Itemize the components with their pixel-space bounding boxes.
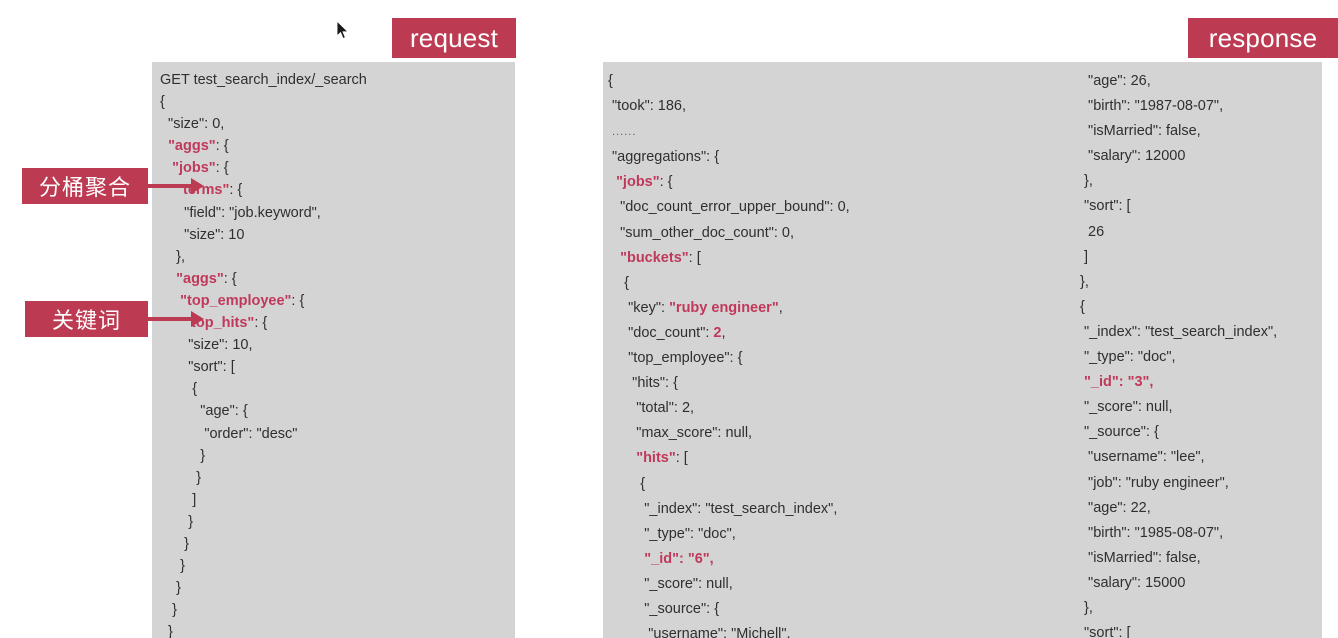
code-line: "username": "lee", [1080, 449, 1205, 466]
code-line: "key": "ruby engineer", [608, 299, 783, 316]
code-line: "_score": null, [608, 575, 733, 592]
code-line: "birth": "1985-08-07", [1080, 524, 1224, 541]
code-line: { [608, 73, 613, 89]
code-line: ...... [608, 126, 637, 139]
code-line: "salary": 15000 [1080, 574, 1186, 591]
code-line: "birth": "1987-08-07", [1080, 98, 1224, 115]
code-line: "aggregations": { [608, 149, 720, 166]
response-panel: { "took": 186, ...... "aggregations": { … [603, 62, 1322, 638]
request-badge: request [392, 18, 516, 58]
code-line: "_type": "doc", [1080, 349, 1176, 366]
arrow-to-terms-icon [148, 178, 204, 194]
code-line: { [160, 381, 198, 398]
response-badge: response [1188, 18, 1338, 58]
code-line: "age": 22, [1080, 499, 1151, 516]
code-line: }, [1080, 599, 1093, 616]
code-line: } [160, 469, 202, 486]
code-line: } [160, 602, 177, 619]
code-line: }, [1080, 173, 1093, 190]
code-line: "_id": "3", [1084, 374, 1154, 391]
code-line: "_source": { [1080, 424, 1159, 441]
code-line: { [1080, 298, 1085, 315]
code-line: "buckets": [ [620, 249, 701, 266]
code-line: } [160, 447, 206, 464]
code-line: "_index": "test_search_index", [1080, 323, 1278, 340]
code-line: } [160, 558, 185, 575]
callout-keyword: 关键词 [25, 301, 148, 337]
code-line: "age": { [160, 403, 248, 420]
code-line: "aggs": { [168, 138, 229, 155]
response-code-block-right: "age": 26, "birth": "1987-08-07", "isMar… [1080, 69, 1277, 638]
code-line: "_score": null, [1080, 399, 1173, 416]
code-line: "aggs": { [176, 270, 237, 287]
code-line: { [608, 274, 629, 291]
code-line: } [160, 624, 173, 638]
code-line: "max_score": null, [608, 425, 753, 442]
code-line: { [608, 475, 646, 492]
code-line: { [160, 94, 165, 111]
code-line: 26 [1080, 223, 1105, 240]
code-line: "hits": { [608, 375, 678, 392]
code-line: "_source": { [608, 600, 720, 617]
code-line: } [160, 513, 194, 530]
response-code-block-left: { "took": 186, ...... "aggregations": { … [608, 69, 850, 638]
callout-bucket-aggregation: 分桶聚合 [22, 168, 148, 204]
code-line: "isMarried": false, [1080, 123, 1201, 140]
code-line: "_index": "test_search_index", [608, 500, 838, 517]
code-line: "username": "Michell", [608, 626, 791, 638]
code-line: "jobs": { [616, 174, 673, 191]
code-line: "job": "ruby engineer", [1080, 474, 1229, 491]
code-line: "sort": [ [1080, 625, 1131, 638]
code-line: "age": 26, [1080, 73, 1151, 89]
code-line: "size": 10 [160, 226, 245, 243]
code-line: "doc_count": 2, [608, 324, 726, 341]
code-line: } [160, 535, 190, 552]
code-line: "hits": [ [636, 450, 688, 467]
code-line: "isMarried": false, [1080, 549, 1201, 566]
code-line: "total": 2, [608, 400, 695, 417]
code-line: ] [160, 491, 197, 508]
code-line: "order": "desc" [160, 425, 298, 442]
code-line: "_type": "doc", [608, 525, 736, 542]
code-line: "doc_count_error_upper_bound": 0, [608, 199, 850, 216]
code-line: "salary": 12000 [1080, 148, 1186, 165]
arrow-to-top-hits-icon [148, 311, 204, 327]
code-line: } [160, 580, 181, 597]
request-panel: GET test_search_index/_search { "size": 0… [152, 62, 515, 638]
code-line: "_id": "6", [644, 550, 714, 567]
code-line: }, [160, 248, 185, 265]
code-line: "sum_other_doc_count": 0, [608, 224, 795, 241]
code-line: }, [1080, 273, 1089, 290]
code-line: "field": "job.keyword", [160, 204, 321, 221]
code-line: ] [1080, 248, 1089, 265]
request-code-block: GET test_search_index/_search { "size": 0… [160, 69, 367, 638]
code-line: "took": 186, [608, 98, 687, 115]
code-line: "size": 0, [160, 116, 225, 133]
code-line: "top_employee": { [608, 350, 743, 367]
code-line: "sort": [ [1080, 198, 1131, 215]
code-line: "jobs": { [172, 160, 229, 177]
code-line: "sort": [ [160, 359, 235, 376]
mouse-cursor-icon [336, 20, 350, 40]
code-line: "size": 10, [160, 337, 253, 354]
code-line: GET test_search_index/_search [160, 72, 367, 88]
code-line: "top_employee": { [180, 292, 305, 309]
